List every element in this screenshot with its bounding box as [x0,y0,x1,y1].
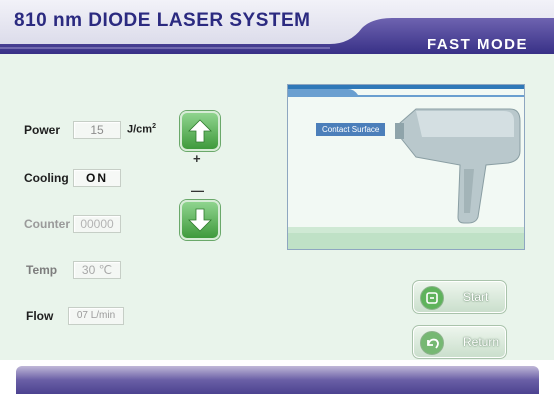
flow-value-field: 07 L/min [68,307,124,325]
start-icon-glyph [426,292,438,304]
counter-value-field: 00000 [73,215,121,233]
start-icon [420,286,444,310]
cooling-label: Cooling [24,171,69,185]
contact-surface-callout: Contact Surface [316,123,386,136]
handpiece-image-panel: Contact Surface [287,84,525,250]
flow-label: Flow [26,309,54,323]
power-unit-text: J/cm [127,123,153,136]
return-icon-glyph [427,338,439,349]
cooling-toggle[interactable]: ON [73,169,121,187]
power-unit-exponent: 2 [152,123,156,130]
power-unit: J/cm2 [127,123,156,136]
minus-sign: — [191,183,204,198]
power-label: Power [24,123,61,137]
laser-control-screen: 810 nm DIODE LASER SYSTEM FAST MODE Powe… [0,0,554,403]
return-button[interactable]: Return [412,325,507,359]
plus-sign: + [193,151,201,166]
temp-label: Temp [26,263,58,277]
header-bar: 810 nm DIODE LASER SYSTEM FAST MODE [0,0,554,60]
start-button[interactable]: Start [412,280,507,314]
main-panel: Power 15 J/cm2 Cooling ON Counter 00000 … [0,60,554,360]
power-value-field[interactable]: 15 [73,121,121,139]
return-icon [420,331,444,355]
handpiece-illustration [288,85,524,249]
mode-label: FAST MODE [426,36,528,53]
increase-power-button[interactable] [180,111,220,151]
app-title: 810 nm DIODE LASER SYSTEM [14,10,311,31]
return-button-label: Return [463,335,500,349]
start-button-label: Start [463,290,489,304]
down-arrow-icon [188,208,212,232]
up-arrow-icon [188,119,212,143]
counter-label: Counter [24,217,70,231]
footer-bar [16,366,539,394]
decrease-power-button[interactable] [180,200,220,240]
temp-value-field: 30 ℃ [73,261,121,279]
